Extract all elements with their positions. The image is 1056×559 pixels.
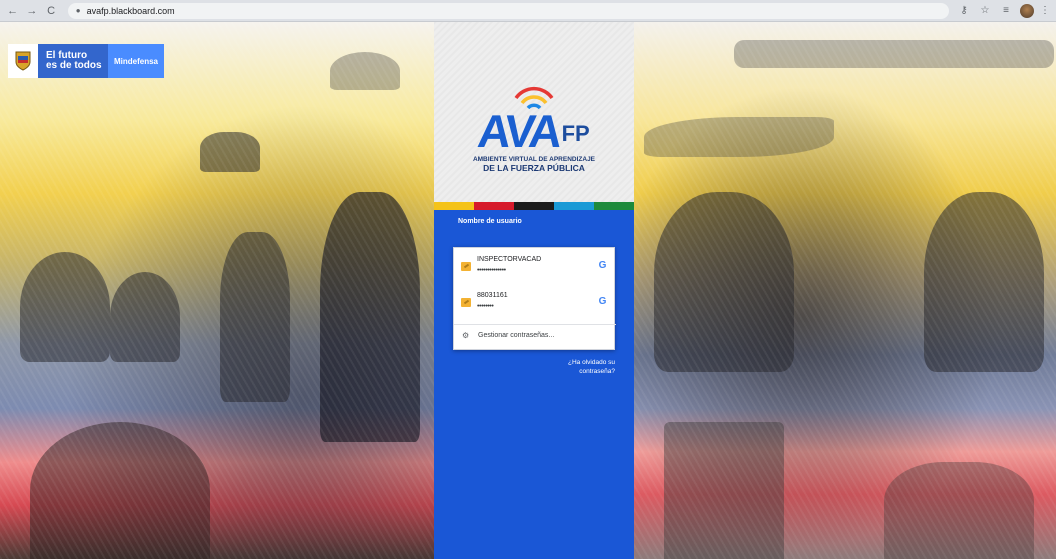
forward-icon[interactable]: → <box>25 4 38 18</box>
address-bar[interactable]: ● avafp.blackboard.com <box>67 2 949 19</box>
lock-icon[interactable]: ● <box>76 6 81 15</box>
key-icon[interactable]: ⚷ <box>958 5 970 16</box>
colorbar-blue <box>554 202 594 210</box>
saved-username: INSPECTORVACAD <box>477 256 542 263</box>
logo-subtitle-1: AMBIENTE VIRTUAL DE APRENDIZAJE <box>472 156 596 163</box>
saved-password-mask: •••••••••••••• <box>477 267 506 274</box>
coat-of-arms-icon <box>8 44 38 78</box>
manage-passwords-label: Gestionar contraseñas... <box>478 332 555 339</box>
page-body: El futuro es de todos Mindefensa AVAFP A… <box>0 22 1056 559</box>
saved-credential-item[interactable]: INSPECTORVACAD •••••••••••••• G <box>454 248 616 280</box>
url-text[interactable]: avafp.blackboard.com <box>87 6 175 16</box>
colorbar-black <box>514 202 554 210</box>
forgot-password-link[interactable]: ¿Ha olvidado su contraseña? <box>525 358 615 376</box>
gov-slogan: El futuro es de todos <box>38 44 108 78</box>
manage-passwords-button[interactable]: ⚙ Gestionar contraseñas... <box>454 324 616 350</box>
saved-credential-item[interactable]: 88031161 •••••••• G <box>454 284 616 316</box>
forgot-password-line1: ¿Ha olvidado su <box>568 359 615 366</box>
left-stripe-overlay <box>0 22 434 559</box>
browser-toolbar: ← → C ● avafp.blackboard.com ⚷ ☆ ≡ ⋮ <box>0 0 1056 22</box>
back-icon[interactable]: ← <box>6 4 19 18</box>
login-panel: AVAFP AMBIENTE VIRTUAL DE APRENDIZAJE DE… <box>434 22 634 559</box>
flag-colorbar <box>434 202 634 210</box>
google-icon: G <box>598 296 607 307</box>
saved-password-mask: •••••••• <box>477 303 494 310</box>
forgot-password-line2: contraseña? <box>579 368 615 375</box>
logo-name: AVA <box>475 105 563 157</box>
saved-username: 88031161 <box>477 292 508 299</box>
reload-icon[interactable]: C <box>45 4 58 18</box>
government-logo[interactable]: El futuro es de todos Mindefensa <box>8 44 164 78</box>
menu-icon[interactable]: ⋮ <box>1040 5 1050 16</box>
star-icon[interactable]: ☆ <box>979 5 991 16</box>
colorbar-red <box>474 202 514 210</box>
saved-passwords-dropdown: INSPECTORVACAD •••••••••••••• G 88031161… <box>453 247 616 350</box>
right-stripe-overlay <box>634 22 1056 559</box>
ava-logo: AVAFP AMBIENTE VIRTUAL DE APRENDIZAJE DE… <box>434 105 634 173</box>
colorbar-green <box>594 202 634 210</box>
username-label: Nombre de usuario <box>458 218 522 225</box>
key-icon <box>461 262 471 271</box>
colorbar-yellow <box>434 202 474 210</box>
logo-subtitle-2: DE LA FUERZA PÚBLICA <box>483 163 585 173</box>
key-icon <box>461 298 471 307</box>
google-icon: G <box>598 260 607 271</box>
reading-list-icon[interactable]: ≡ <box>1000 5 1012 16</box>
gear-icon: ⚙ <box>462 331 470 340</box>
profile-avatar[interactable] <box>1020 3 1034 18</box>
ministry-label: Mindefensa <box>108 44 164 78</box>
logo-suffix: FP <box>561 121 590 146</box>
gov-slogan-line2: es de todos <box>46 60 102 71</box>
